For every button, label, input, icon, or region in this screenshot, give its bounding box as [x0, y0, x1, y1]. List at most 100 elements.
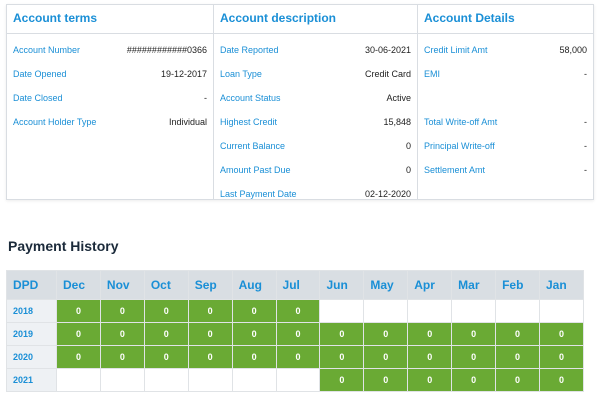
dpd-cell [363, 299, 409, 323]
dpd-cell: 0 [143, 322, 189, 346]
info-row: Settlement Amt - [418, 158, 593, 182]
dpd-cell: 0 [99, 322, 145, 346]
dpd-cell: 0 [495, 345, 540, 369]
info-label: Loan Type [220, 69, 262, 79]
year-label: 2018 [6, 299, 57, 323]
dpd-cell: 0 [231, 322, 277, 346]
info-row: Current Balance 0 [214, 134, 417, 158]
dpd-header: DPD [6, 270, 57, 300]
dpd-cell [143, 368, 189, 392]
account-description-heading: Account description [214, 5, 417, 34]
info-row: Credit Limit Amt 58,000 [418, 38, 593, 62]
info-label: Date Opened [13, 69, 67, 79]
dpd-cell [538, 299, 585, 323]
info-label: EMI [424, 69, 441, 79]
dpd-cell: 0 [319, 322, 365, 346]
dpd-cell: 0 [538, 368, 585, 392]
dpd-cell: 0 [187, 345, 233, 369]
info-row [418, 86, 593, 110]
dpd-cell [231, 368, 277, 392]
dpd-cell [407, 299, 453, 323]
info-value: 15,848 [383, 117, 411, 127]
info-label: Total Write-off Amt [424, 117, 498, 127]
dpd-cell [275, 368, 321, 392]
dpd-cell: 0 [407, 322, 453, 346]
year-label: 2020 [6, 345, 57, 369]
dpd-cell: 0 [275, 299, 321, 323]
info-row: Highest Credit 15,848 [214, 110, 417, 134]
month-header: Jan [538, 270, 585, 300]
account-details-column: Account Details Credit Limit Amt 58,000 EM… [417, 5, 593, 199]
dpd-cell: 0 [56, 322, 101, 346]
info-row: Date Closed - [7, 86, 213, 110]
dpd-cell: 0 [187, 299, 233, 323]
info-row: Account Number ############0366 [7, 38, 213, 62]
info-value: 0 [405, 141, 411, 151]
info-row: Account Status Active [214, 86, 417, 110]
dpd-cell: 0 [363, 368, 409, 392]
info-value: 19-12-2017 [160, 69, 207, 79]
dpd-cell: 0 [56, 345, 101, 369]
payment-history-row: 2019 0 0 0 0 0 0 0 0 0 0 0 0 [6, 322, 585, 346]
month-header: Sep [187, 270, 233, 300]
info-label: Amount Past Due [220, 165, 291, 175]
info-row: Date Opened 19-12-2017 [7, 62, 213, 86]
payment-history-title: Payment History [8, 238, 119, 254]
year-label: 2021 [6, 368, 57, 392]
info-value: 58,000 [559, 45, 587, 55]
info-label: Date Reported [220, 45, 279, 55]
dpd-cell: 0 [275, 345, 321, 369]
info-value: - [584, 141, 587, 151]
account-description-rows: Date Reported 30-06-2021 Loan Type Credit C… [214, 34, 417, 206]
dpd-cell: 0 [275, 322, 321, 346]
month-header: Jul [275, 270, 321, 300]
info-label: Current Balance [220, 141, 286, 151]
info-label: Principal Write-off [424, 141, 495, 151]
dpd-cell: 0 [451, 322, 497, 346]
account-summary-card: Account terms Account Number ############… [6, 4, 594, 200]
payment-history-table: DPD Dec Nov Oct Sep Aug Jul Jun May Apr Mar Feb Jan… [6, 270, 585, 392]
dpd-cell: 0 [538, 345, 585, 369]
dpd-cell [187, 368, 233, 392]
info-label: Account Holder Type [13, 117, 97, 127]
dpd-cell: 0 [56, 299, 101, 323]
dpd-cell: 0 [363, 345, 409, 369]
month-header: Feb [495, 270, 540, 300]
dpd-cell: 0 [143, 299, 189, 323]
dpd-cell [495, 299, 540, 323]
dpd-cell: 0 [495, 368, 540, 392]
payment-history-row: 2020 0 0 0 0 0 0 0 0 0 0 0 0 [6, 345, 585, 369]
dpd-cell [451, 299, 497, 323]
info-row: Last Payment Date 02-12-2020 [214, 182, 417, 206]
info-value: 0 [405, 165, 411, 175]
dpd-cell: 0 [538, 322, 585, 346]
dpd-cell: 0 [319, 368, 365, 392]
dpd-cell: 0 [495, 322, 540, 346]
dpd-cell: 0 [231, 345, 277, 369]
account-terms-rows: Account Number ############0366 Date Opene… [7, 34, 213, 134]
payment-history-row: 2021 0 0 0 0 0 0 [6, 368, 585, 392]
info-label: Account Number [13, 45, 81, 55]
info-row: Account Holder Type Individual [7, 110, 213, 134]
month-header: Jun [319, 270, 365, 300]
info-label: Highest Credit [220, 117, 278, 127]
info-label: Credit Limit Amt [424, 45, 488, 55]
info-value: 30-06-2021 [364, 45, 411, 55]
payment-history-body: 2018 0 0 0 0 0 0 2019 0 0 0 0 0 0 0 0 0 0 0 0 2020 0 0 0 0 0 0 0 0 0 0… [6, 299, 585, 392]
month-header: Mar [451, 270, 497, 300]
dpd-cell: 0 [363, 322, 409, 346]
info-label: Last Payment Date [220, 189, 297, 199]
info-label: Date Closed [13, 93, 63, 103]
dpd-cell: 0 [143, 345, 189, 369]
account-terms-heading: Account terms [7, 5, 213, 34]
dpd-cell: 0 [407, 345, 453, 369]
year-label: 2019 [6, 322, 57, 346]
dpd-cell: 0 [451, 368, 497, 392]
account-terms-column: Account terms Account Number ############… [7, 5, 213, 199]
dpd-cell: 0 [99, 345, 145, 369]
dpd-cell [56, 368, 101, 392]
info-label: Account Status [220, 93, 281, 103]
info-row: Total Write-off Amt - [418, 110, 593, 134]
info-value: - [584, 165, 587, 175]
info-row: Date Reported 30-06-2021 [214, 38, 417, 62]
